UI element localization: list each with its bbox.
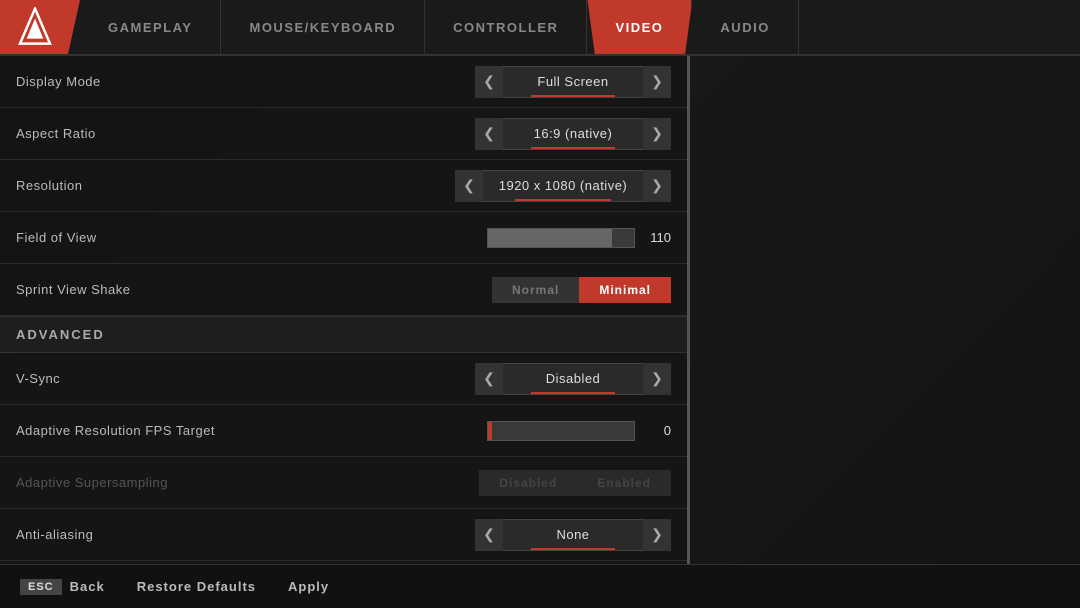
adaptive-res-fill [488,422,492,440]
resolution-prev[interactable]: ❮ [455,170,483,202]
right-panel [690,56,1080,564]
vsync-label: V-Sync [16,371,475,386]
vsync-selector: ❮ Disabled ❯ [475,363,671,395]
anti-aliasing-next[interactable]: ❯ [643,519,671,551]
fov-slider-fill [488,229,612,247]
adaptive-supersampling-label: Adaptive Supersampling [16,475,479,490]
aspect-ratio-label: Aspect Ratio [16,126,475,141]
supersampling-disabled-btn[interactable]: Disabled [479,470,577,496]
display-mode-label: Display Mode [16,74,475,89]
display-mode-next[interactable]: ❯ [643,66,671,98]
apply-action[interactable]: Apply [288,579,329,594]
resolution-next[interactable]: ❯ [643,170,671,202]
fov-label: Field of View [16,230,487,245]
adaptive-res-value: 0 [643,423,671,438]
aspect-ratio-row: Aspect Ratio ❮ 16:9 (native) ❯ [0,108,687,160]
settings-panel: Display Mode ❮ Full Screen ❯ Aspect Rati… [0,56,690,564]
supersampling-enabled-btn[interactable]: Enabled [577,470,671,496]
adaptive-supersampling-toggle: Disabled Enabled [479,470,671,496]
adaptive-res-row: Adaptive Resolution FPS Target 0 [0,405,687,457]
adaptive-supersampling-row: Adaptive Supersampling Disabled Enabled [0,457,687,509]
resolution-label: Resolution [16,178,455,193]
aspect-ratio-selector: ❮ 16:9 (native) ❯ [475,118,671,150]
fov-slider-track[interactable] [487,228,635,248]
nav-tabs: GAMEPLAY MOUSE/KEYBOARD CONTROLLER VIDEO… [80,0,1080,54]
esc-key-badge: ESC [20,579,62,595]
resolution-row: Resolution ❮ 1920 x 1080 (native) ❯ [0,160,687,212]
tab-video[interactable]: VIDEO [587,0,692,54]
adaptive-res-label: Adaptive Resolution FPS Target [16,423,487,438]
logo-area [0,0,80,54]
tab-controller[interactable]: CONTROLLER [425,0,587,54]
vsync-prev[interactable]: ❮ [475,363,503,395]
top-nav: GAMEPLAY MOUSE/KEYBOARD CONTROLLER VIDEO… [0,0,1080,56]
tab-gameplay[interactable]: GAMEPLAY [80,0,221,54]
bottom-bar: ESC Back Restore Defaults Apply [0,564,1080,608]
fov-row: Field of View 110 [0,212,687,264]
anti-aliasing-value: None [503,519,643,551]
adaptive-res-slider-container: 0 [487,421,671,441]
advanced-section-header: ADVANCED [0,316,687,353]
fov-slider-container: 110 [487,228,671,248]
adaptive-res-track[interactable] [487,421,635,441]
vsync-value: Disabled [503,363,643,395]
sprint-minimal-btn[interactable]: Minimal [579,277,671,303]
tab-audio[interactable]: AUDIO [692,0,798,54]
display-mode-row: Display Mode ❮ Full Screen ❯ [0,56,687,108]
display-mode-prev[interactable]: ❮ [475,66,503,98]
vsync-next[interactable]: ❯ [643,363,671,395]
anti-aliasing-row: Anti-aliasing ❮ None ❯ [0,509,687,561]
display-mode-selector: ❮ Full Screen ❯ [475,66,671,98]
resolution-selector: ❮ 1920 x 1080 (native) ❯ [455,170,671,202]
apex-logo-icon [15,7,55,47]
aspect-ratio-value: 16:9 (native) [503,118,643,150]
resolution-value: 1920 x 1080 (native) [483,170,643,202]
sprint-view-shake-label: Sprint View Shake [16,282,492,297]
sprint-view-shake-row: Sprint View Shake Normal Minimal [0,264,687,316]
back-action[interactable]: ESC Back [20,579,105,595]
anti-aliasing-selector: ❮ None ❯ [475,519,671,551]
display-mode-value: Full Screen [503,66,643,98]
sprint-normal-btn[interactable]: Normal [492,277,579,303]
aspect-ratio-prev[interactable]: ❮ [475,118,503,150]
apply-label: Apply [288,579,329,594]
sprint-view-shake-toggle: Normal Minimal [492,277,671,303]
restore-defaults-label: Restore Defaults [137,579,256,594]
vsync-row: V-Sync ❮ Disabled ❯ [0,353,687,405]
tab-mouse-keyboard[interactable]: MOUSE/KEYBOARD [221,0,425,54]
back-label: Back [70,579,105,594]
restore-defaults-action[interactable]: Restore Defaults [137,579,256,594]
fov-value: 110 [643,230,671,245]
anti-aliasing-prev[interactable]: ❮ [475,519,503,551]
main-content: Display Mode ❮ Full Screen ❯ Aspect Rati… [0,56,1080,564]
anti-aliasing-label: Anti-aliasing [16,527,475,542]
aspect-ratio-next[interactable]: ❯ [643,118,671,150]
